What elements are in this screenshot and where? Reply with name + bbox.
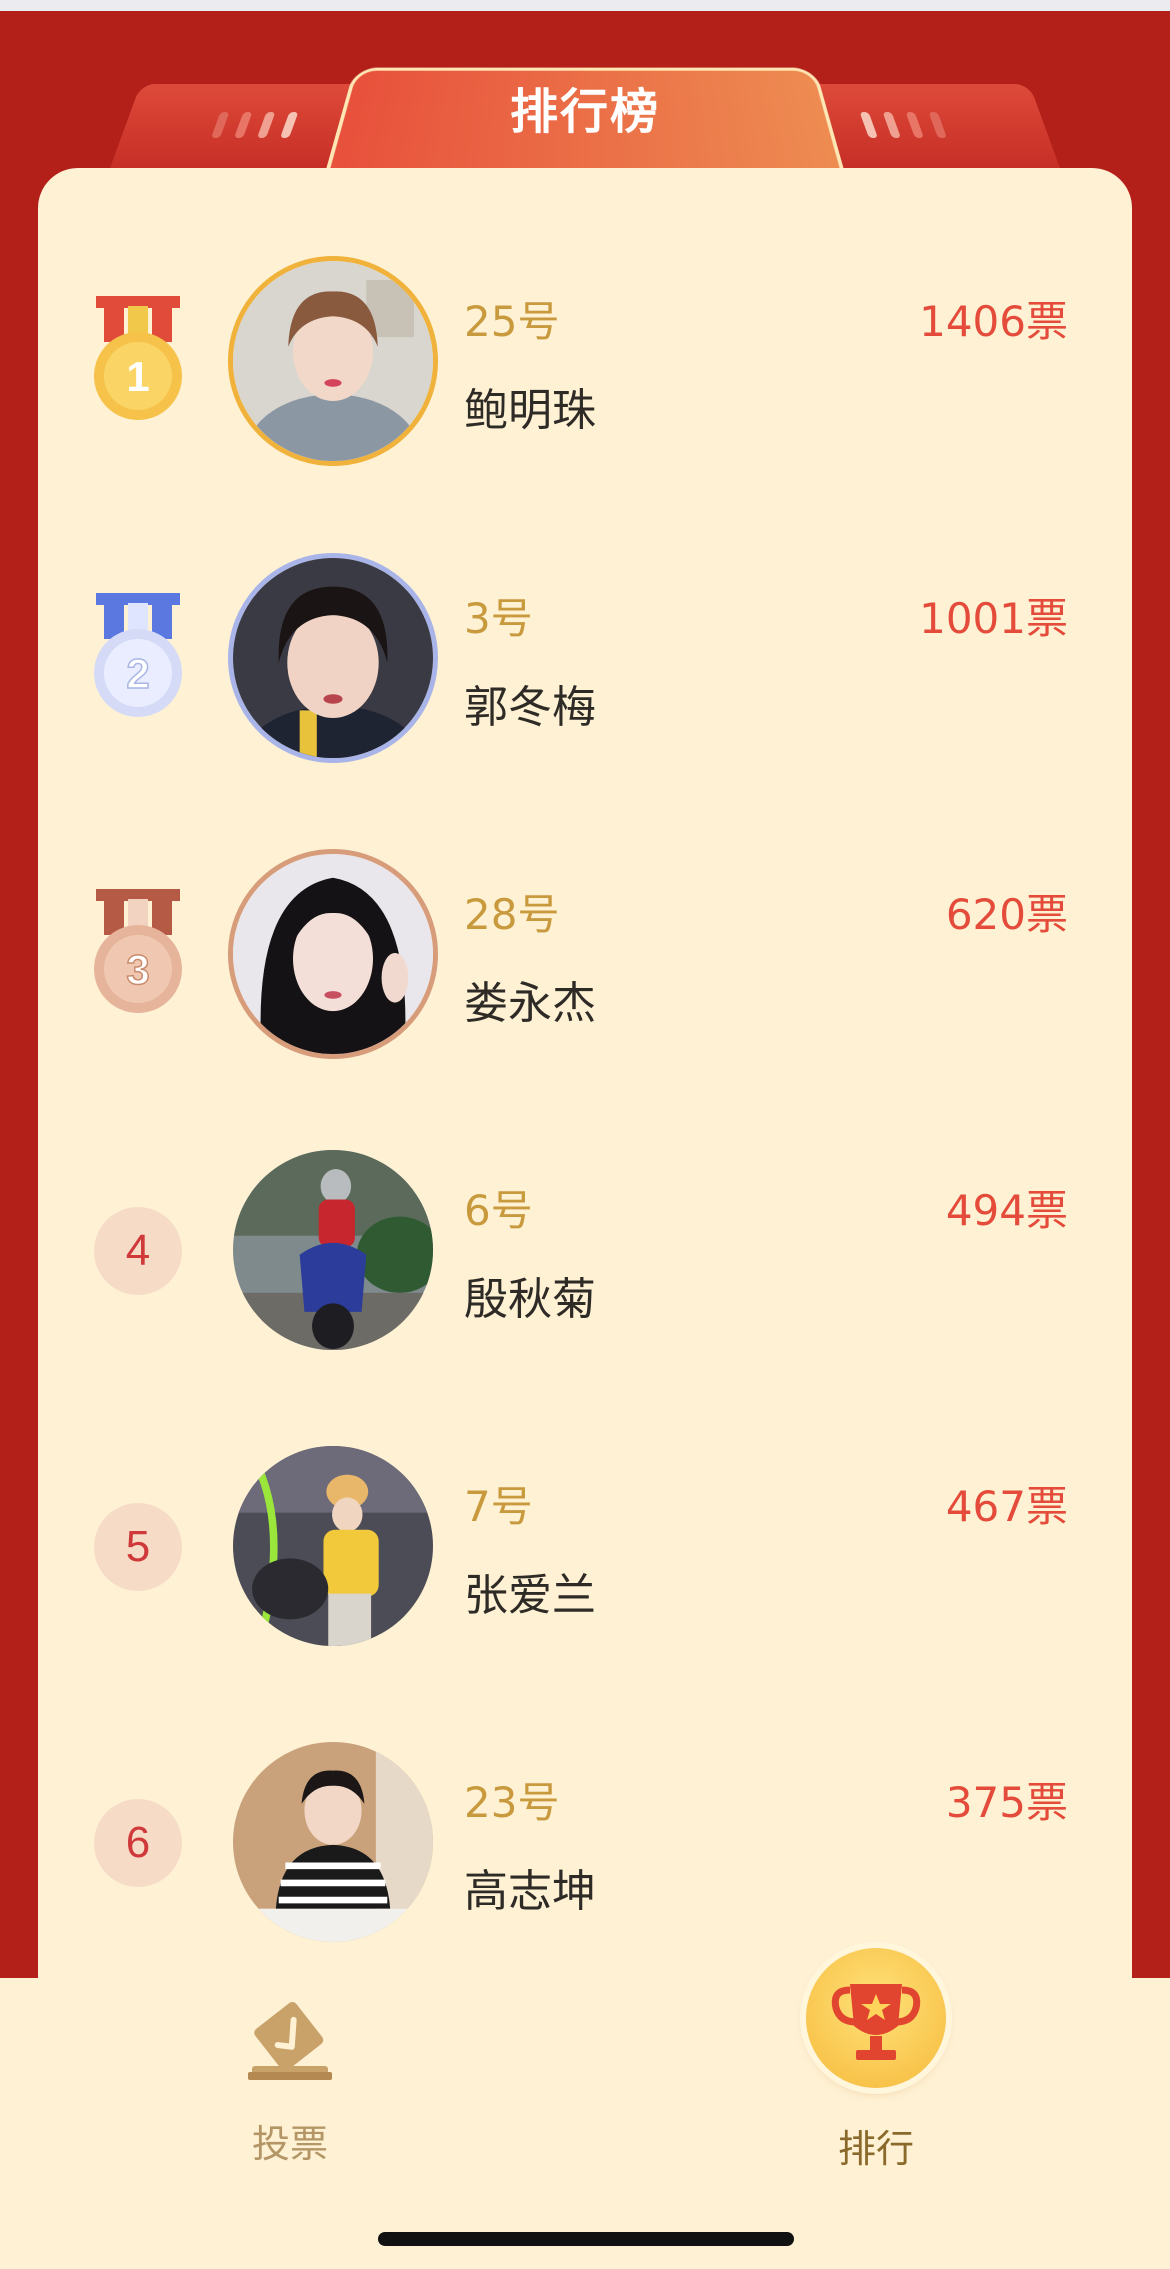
candidate-number: 28号 (464, 890, 560, 939)
candidate-number: 23号 (464, 1778, 560, 1827)
vote-count: 375票 (945, 1778, 1068, 1827)
vote-count: 467票 (945, 1482, 1068, 1531)
candidate-name: 张爱兰 (464, 1570, 596, 1621)
candidate-number: 25号 (464, 297, 560, 346)
candidate-number: 3号 (464, 594, 533, 643)
candidate-name: 鲍明珠 (464, 385, 596, 436)
avatar-photo (233, 1446, 433, 1646)
rank-badge: 6 (94, 1799, 182, 1887)
bottom-nav: 投票 排行 (0, 1948, 1170, 2269)
candidate-name: 殷秋菊 (464, 1274, 596, 1325)
candidate-number: 6号 (464, 1186, 533, 1235)
vote-count: 620票 (945, 890, 1068, 939)
ballot-box-icon (248, 2001, 332, 2080)
bronze-medal-icon: 3 (94, 889, 182, 1013)
avatar (228, 1145, 438, 1355)
avatar (228, 1737, 438, 1947)
ranking-row[interactable]: 4 6号 殷秋菊 494票 (38, 1145, 1132, 1365)
candidate-name: 高志坤 (464, 1866, 596, 1917)
nav-vote-button[interactable]: 投票 (230, 1998, 350, 2166)
avatar (228, 1441, 438, 1651)
vote-count: 1001票 (919, 594, 1068, 643)
avatar-photo (233, 1150, 433, 1350)
avatar-photo (233, 854, 433, 1054)
page-title: 排行榜 (509, 84, 660, 140)
ranking-page: 排行榜 1 25号 鲍明珠 1406票 2 3号 郭冬梅 1001票 3 28号… (0, 0, 1170, 2269)
svg-text:2: 2 (126, 650, 149, 697)
rank-badge: 4 (94, 1207, 182, 1295)
status-bar (0, 0, 1170, 11)
avatar-photo (233, 558, 433, 758)
ranking-row[interactable]: 1 25号 鲍明珠 1406票 (38, 256, 1132, 476)
ranking-row[interactable]: 6 23号 高志坤 375票 (38, 1737, 1132, 1957)
nav-vote-label: 投票 (251, 2122, 328, 2166)
avatar-photo (233, 1742, 433, 1942)
avatar (228, 256, 438, 466)
avatar (228, 553, 438, 763)
trophy-icon (831, 1984, 921, 2060)
ranking-row[interactable]: 3 28号 娄永杰 620票 (38, 849, 1132, 1069)
nav-rank-button[interactable] (806, 1948, 946, 2088)
vote-count: 1406票 (919, 297, 1068, 346)
home-indicator (378, 2232, 794, 2246)
svg-text:1: 1 (126, 353, 149, 400)
gold-medal-icon: 1 (94, 296, 182, 420)
rank-badge: 5 (94, 1503, 182, 1591)
candidate-name: 郭冬梅 (464, 682, 596, 733)
ranking-row[interactable]: 5 7号 张爱兰 467票 (38, 1441, 1132, 1661)
silver-medal-icon: 2 (94, 593, 182, 717)
candidate-number: 7号 (464, 1482, 533, 1531)
nav-rank-label: 排行 (837, 2127, 914, 2171)
avatar (228, 849, 438, 1059)
svg-text:3: 3 (126, 946, 149, 993)
candidate-name: 娄永杰 (464, 978, 596, 1029)
vote-count: 494票 (945, 1186, 1068, 1235)
avatar-photo (233, 261, 433, 461)
ranking-row[interactable]: 2 3号 郭冬梅 1001票 (38, 553, 1132, 773)
ranking-list: 1 25号 鲍明珠 1406票 2 3号 郭冬梅 1001票 3 28号 娄永杰… (38, 168, 1132, 2269)
